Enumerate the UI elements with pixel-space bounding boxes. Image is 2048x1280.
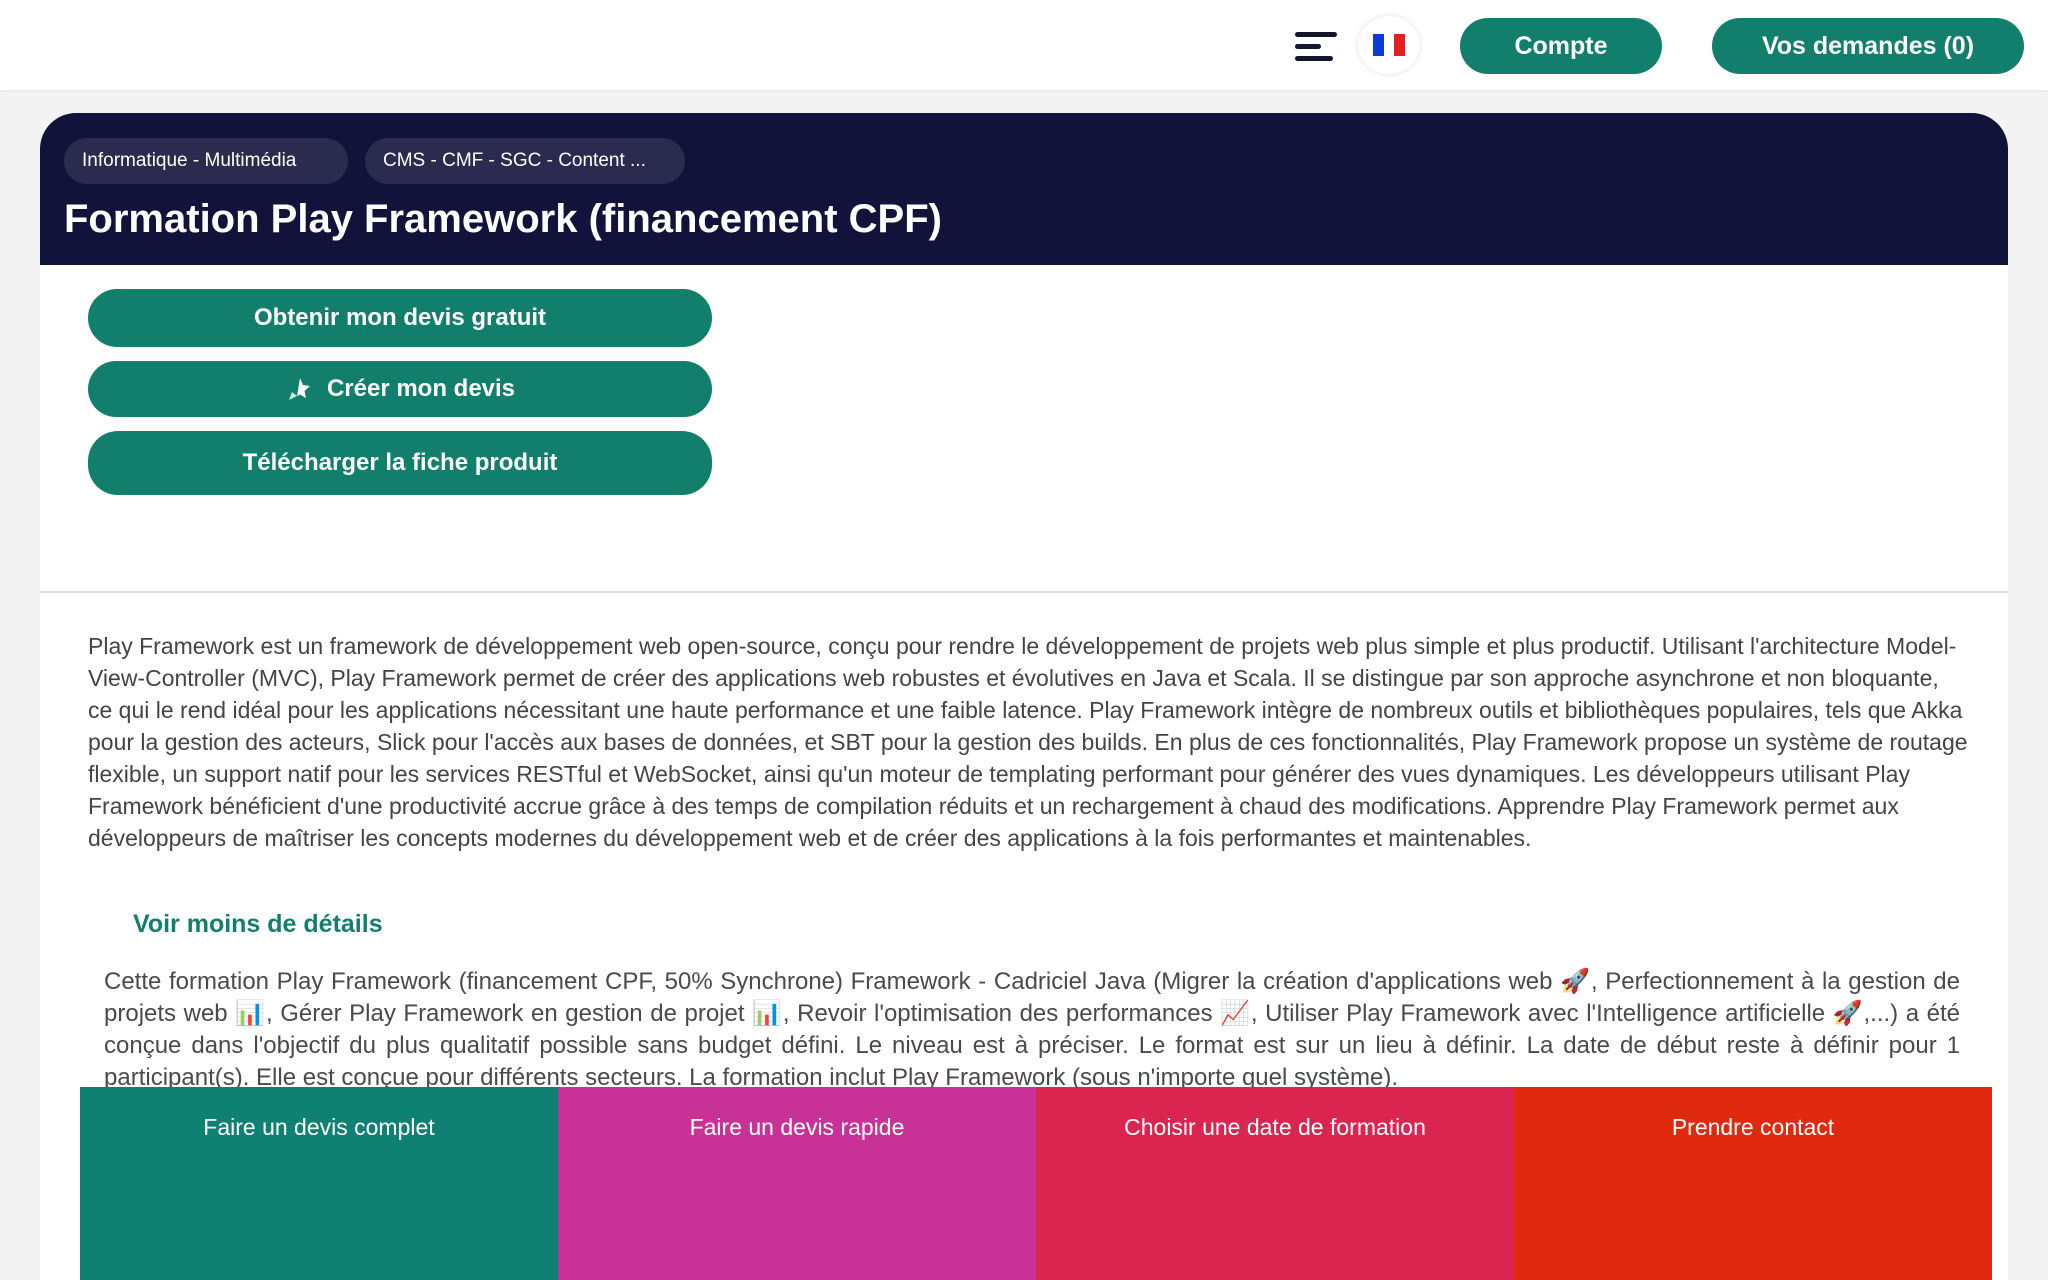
top-bar: Compte Vos demandes (0): [0, 0, 2048, 90]
choose-date-cta[interactable]: Choisir une date de formation: [1036, 1087, 1514, 1280]
language-selector[interactable]: [1358, 16, 1420, 74]
full-quote-cta[interactable]: Faire un devis complet: [80, 1087, 558, 1280]
create-quote-label: Créer mon devis: [326, 375, 516, 402]
product-summary: Cette formation Play Framework (financem…: [104, 968, 1960, 1091]
product-description: Play Framework est un framework de dével…: [88, 633, 1968, 851]
section-divider: [40, 591, 2008, 593]
breadcrumb-category[interactable]: Informatique - Multimédia: [64, 138, 348, 184]
requests-button[interactable]: Vos demandes (0): [1712, 18, 2024, 74]
cta-bar: Faire un devis complet Faire un devis ra…: [80, 1087, 1992, 1280]
quick-quote-cta[interactable]: Faire un devis rapide: [558, 1087, 1036, 1280]
page-title: Formation Play Framework (financement CP…: [64, 197, 942, 241]
account-button[interactable]: Compte: [1460, 18, 1662, 74]
contact-cta[interactable]: Prendre contact: [1514, 1087, 1992, 1280]
product-header: Informatique - Multimédia CMS - CMF - SG…: [40, 113, 2008, 265]
menu-icon[interactable]: [1295, 30, 1341, 64]
pin-icon: [288, 378, 310, 400]
create-quote-button[interactable]: Créer mon devis: [88, 361, 712, 417]
french-flag-icon: [1373, 34, 1406, 56]
download-sheet-button[interactable]: Télécharger la fiche produit: [88, 431, 712, 495]
toggle-details-link[interactable]: Voir moins de détails: [133, 910, 383, 939]
breadcrumb-subcategory[interactable]: CMS - CMF - SGC - Content ...: [365, 138, 685, 184]
free-quote-button[interactable]: Obtenir mon devis gratuit: [88, 289, 712, 347]
